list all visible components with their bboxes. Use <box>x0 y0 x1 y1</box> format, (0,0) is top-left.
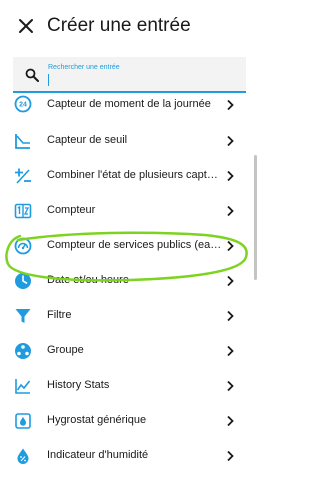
dialog-header: Créer une entrée <box>0 0 257 52</box>
list-item-label: Capteur de moment de la journée <box>47 98 211 110</box>
list-item-label: Hygrostat générique <box>47 414 147 426</box>
clock-24-icon: 24 <box>14 95 32 113</box>
list-item-threshold[interactable]: Capteur de seuil <box>0 123 257 158</box>
chevron-right-icon <box>227 380 234 392</box>
list-item-counter[interactable]: Compteur <box>0 193 257 228</box>
chevron-right-icon <box>227 99 234 111</box>
list-item-label: History Stats <box>47 379 110 391</box>
chevron-right-icon <box>227 415 234 427</box>
search-input[interactable] <box>47 73 237 88</box>
list-item-filter[interactable]: Filtre <box>0 298 257 333</box>
list-item-label: Date et/ou heure <box>47 274 129 286</box>
search-label: Rechercher une entrée <box>48 64 120 71</box>
list-item-label: Combiner l'état de plusieurs capteurs <box>47 169 223 181</box>
list-item-combine-sensors[interactable]: Combiner l'état de plusieurs capteurs <box>0 158 257 193</box>
list-item-label: Groupe <box>47 344 84 356</box>
chevron-right-icon <box>227 275 234 287</box>
svg-text:24: 24 <box>19 102 27 109</box>
dialog-title: Créer une entrée <box>47 15 191 36</box>
list-item-hygrostat[interactable]: Hygrostat générique <box>0 403 257 438</box>
text-caret <box>48 74 49 86</box>
integration-list: 24 Capteur de moment de la journée Capte… <box>0 95 257 473</box>
counter-icon <box>14 203 32 219</box>
chevron-right-icon <box>227 450 234 462</box>
list-item-label: Compteur <box>47 204 96 216</box>
close-icon[interactable] <box>17 17 35 35</box>
list-item-history-stats[interactable]: History Stats <box>0 368 257 403</box>
filter-icon <box>15 309 31 323</box>
list-item-utility-meter[interactable]: Compteur de services publics (eau, gaz, … <box>0 228 257 263</box>
list-item-time-of-day[interactable]: 24 Capteur de moment de la journée <box>0 95 257 123</box>
chevron-right-icon <box>227 135 234 147</box>
list-item-label: Capteur de seuil <box>47 134 128 146</box>
chevron-right-icon <box>227 205 234 217</box>
list-item-label: Compteur de services publics (eau, gaz, … <box>47 239 223 251</box>
group-icon <box>15 343 31 359</box>
list-item-group[interactable]: Groupe <box>0 333 257 368</box>
chart-line-icon <box>15 379 31 394</box>
chevron-right-icon <box>227 240 234 252</box>
plus-minus-icon <box>15 168 31 184</box>
chevron-right-icon <box>227 310 234 322</box>
hygrostat-icon <box>15 413 31 429</box>
list-item-label: Filtre <box>47 309 72 321</box>
clock-icon <box>15 273 31 289</box>
gauge-icon <box>14 237 32 255</box>
list-item-date-time[interactable]: Date et/ou heure <box>0 263 257 298</box>
list-item-humidity[interactable]: Indicateur d'humidité <box>0 438 257 473</box>
chevron-right-icon <box>227 170 234 182</box>
threshold-icon <box>15 134 30 149</box>
chevron-right-icon <box>227 345 234 357</box>
list-item-label: Indicateur d'humidité <box>47 449 149 461</box>
search-icon <box>25 68 39 82</box>
scrollbar[interactable] <box>254 155 257 280</box>
search-field[interactable]: Rechercher une entrée <box>13 57 246 93</box>
humidity-icon <box>17 448 29 464</box>
